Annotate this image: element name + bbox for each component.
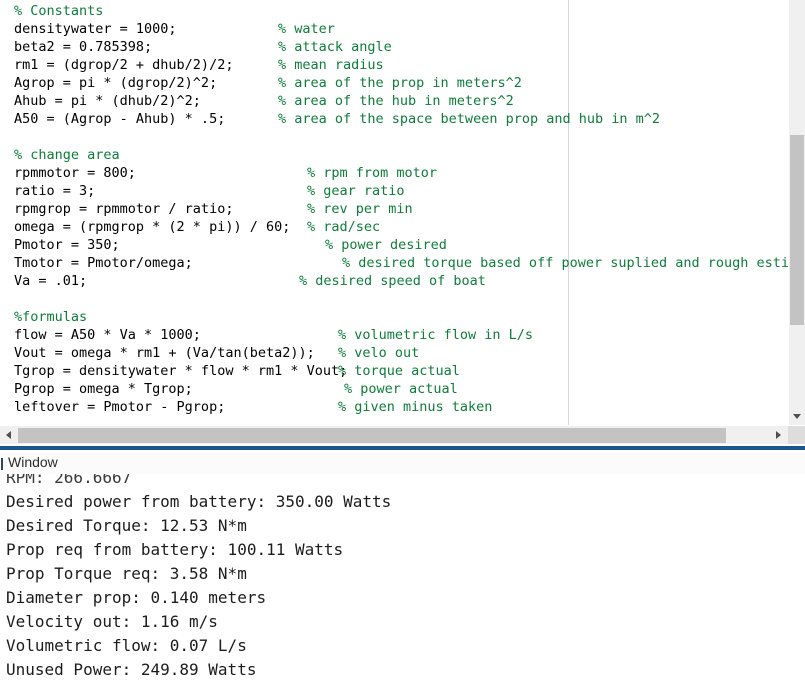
chevron-down-icon [793,414,801,419]
code-statement-text: densitywater = 1000; [14,21,177,37]
code-editor-pane[interactable]: % Constants densitywater = 1000; % water be… [0,0,805,425]
code-comment-text: % change area [14,147,120,163]
code-comment-text: % velo out [338,345,420,361]
code-comment-text: % given minus taken [338,399,493,415]
code-statement-text: leftover = Pmotor - Pgrop; [14,399,226,415]
code-statement-text: Pmotor = 350; [14,237,120,253]
code-comment-text: %formulas [14,309,88,325]
code-comment-text: % rev per min [307,201,413,217]
editor-horizontal-scrollbar[interactable] [0,426,805,444]
chevron-left-icon [5,431,11,439]
code-statement-text: Tmotor = Pmotor/omega; [14,255,193,271]
code-statement-text: Agrop = pi * (dgrop/2)^2; [14,75,218,91]
code-comment-text: % Constants [14,3,104,19]
code-comment-text: % torque actual [338,363,460,379]
command-output-line: Desired Torque: 12.53 N*m [6,516,247,535]
code-comment-text: % area of the space between prop and hub… [278,111,661,127]
command-output-line: Velocity out: 1.16 m/s [6,612,218,631]
code-statement-text: flow = A50 * Va * 1000; [14,327,201,343]
code-statement-text: Va = .01; [14,273,88,289]
command-output-line: Diameter prop: 0.140 meters [6,588,267,607]
matlab-window: % Constants densitywater = 1000; % water be… [0,0,805,696]
code-comment-text: % area of the hub in meters^2 [278,93,514,109]
scroll-left-button[interactable] [0,426,16,444]
code-statement-text: ratio = 3; [14,183,96,199]
code-viewport[interactable]: % Constants densitywater = 1000; % water be… [0,0,789,425]
editor-vertical-scrollbar[interactable] [789,0,805,425]
code-statement-text: omega = (rpmgrop * (2 * pi)) / 60; [14,219,291,235]
code-comment-text: % water [278,21,335,37]
code-comment-text: % attack angle [278,39,392,55]
command-output-line: Volumetric flow: 0.07 L/s [6,636,247,655]
code-comment-text: % desired torque based off power suplied… [342,255,789,271]
code-comment-text: % gear ratio [307,183,405,199]
scroll-down-button[interactable] [789,408,805,425]
code-statement-text: rpmmotor = 800; [14,165,136,181]
command-window-output[interactable]: RPM: 266.6667 Desired power from battery:… [0,474,805,696]
pane-divider[interactable] [0,446,805,450]
column-guide-line [568,0,569,425]
command-output-line: RPM: 266.6667 [6,474,132,487]
code-comment-text: % volumetric flow in L/s [338,327,534,343]
vertical-scrollbar-thumb[interactable] [790,135,804,325]
code-comment-text: % power actual [344,381,458,397]
titlebar-clipped-glyph [1,458,3,470]
code-comment-text: % mean radius [278,57,384,73]
code-statement-text: beta2 = 0.785398; [14,39,153,55]
scroll-right-button[interactable] [770,426,786,444]
chevron-right-icon [775,431,781,439]
code-comment-text: % area of the prop in meters^2 [278,75,522,91]
scrollbar-corner [788,426,805,444]
command-window-title: Window [8,454,58,470]
command-output-line: Desired power from battery: 350.00 Watts [6,492,392,511]
code-statement-text: Ahub = pi * (dhub/2)^2; [14,93,201,109]
code-statement-text: rm1 = (dgrop/2 + dhub/2)/2; [14,57,234,73]
horizontal-scrollbar-thumb[interactable] [18,428,726,443]
command-output-line: Unused Power: 249.89 Watts [6,660,257,679]
code-statement-text: rpmgrop = rpmmotor / ratio; [14,201,234,217]
code-statement-text: A50 = (Agrop - Ahub) * .5; [14,111,226,127]
code-comment-text: % desired speed of boat [299,273,486,289]
command-output-line: Prop Torque req: 3.58 N*m [6,564,247,583]
command-output-line: Prop req from battery: 100.11 Watts [6,540,344,559]
code-statement-text: Tgrop = densitywater * flow * rm1 * Vout… [14,363,348,379]
code-comment-text: % power desired [325,237,447,253]
code-statement-text: Pgrop = omega * Tgrop; [14,381,193,397]
command-window-titlebar[interactable]: Window [0,452,805,475]
code-comment-text: % rad/sec [307,219,381,235]
code-statement-text: Vout = omega * rm1 + (Va/tan(beta2)); [14,345,315,361]
code-comment-text: % rpm from motor [307,165,438,181]
